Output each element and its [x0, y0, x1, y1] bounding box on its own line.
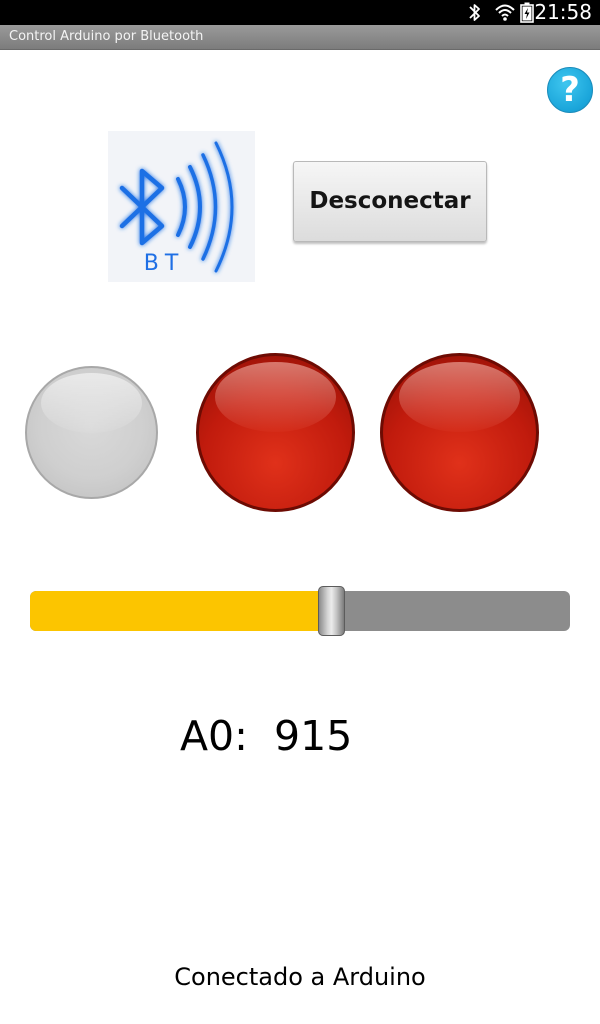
led-3[interactable]	[380, 353, 539, 512]
status-bar: 21:58	[0, 0, 600, 25]
bluetooth-logo-icon: BT	[108, 131, 255, 282]
led-1[interactable]	[25, 366, 158, 499]
slider-thumb[interactable]	[318, 586, 346, 636]
bluetooth-icon	[469, 4, 480, 21]
analog-value: 915	[274, 712, 353, 760]
app-screen: 21:58 Control Arduino por Bluetooth ? BT…	[0, 0, 600, 1024]
disconnect-button[interactable]: Desconectar	[293, 161, 487, 242]
slider-fill	[30, 591, 333, 631]
slider-track	[30, 591, 570, 631]
app-title-bar: Control Arduino por Bluetooth	[0, 25, 600, 50]
pwm-slider[interactable]	[30, 586, 570, 636]
bluetooth-logo-label: BT	[144, 251, 185, 276]
analog-label: A0:	[180, 712, 248, 760]
status-time: 21:58	[534, 0, 592, 24]
analog-readout: A0: 915	[180, 712, 352, 760]
app-title: Control Arduino por Bluetooth	[9, 29, 204, 44]
wifi-icon	[495, 4, 515, 21]
led-2[interactable]	[196, 353, 355, 512]
connection-status: Conectado a Arduino	[174, 963, 426, 991]
battery-charging-icon	[520, 2, 534, 23]
help-icon: ?	[560, 70, 580, 110]
help-button[interactable]: ?	[547, 67, 593, 113]
